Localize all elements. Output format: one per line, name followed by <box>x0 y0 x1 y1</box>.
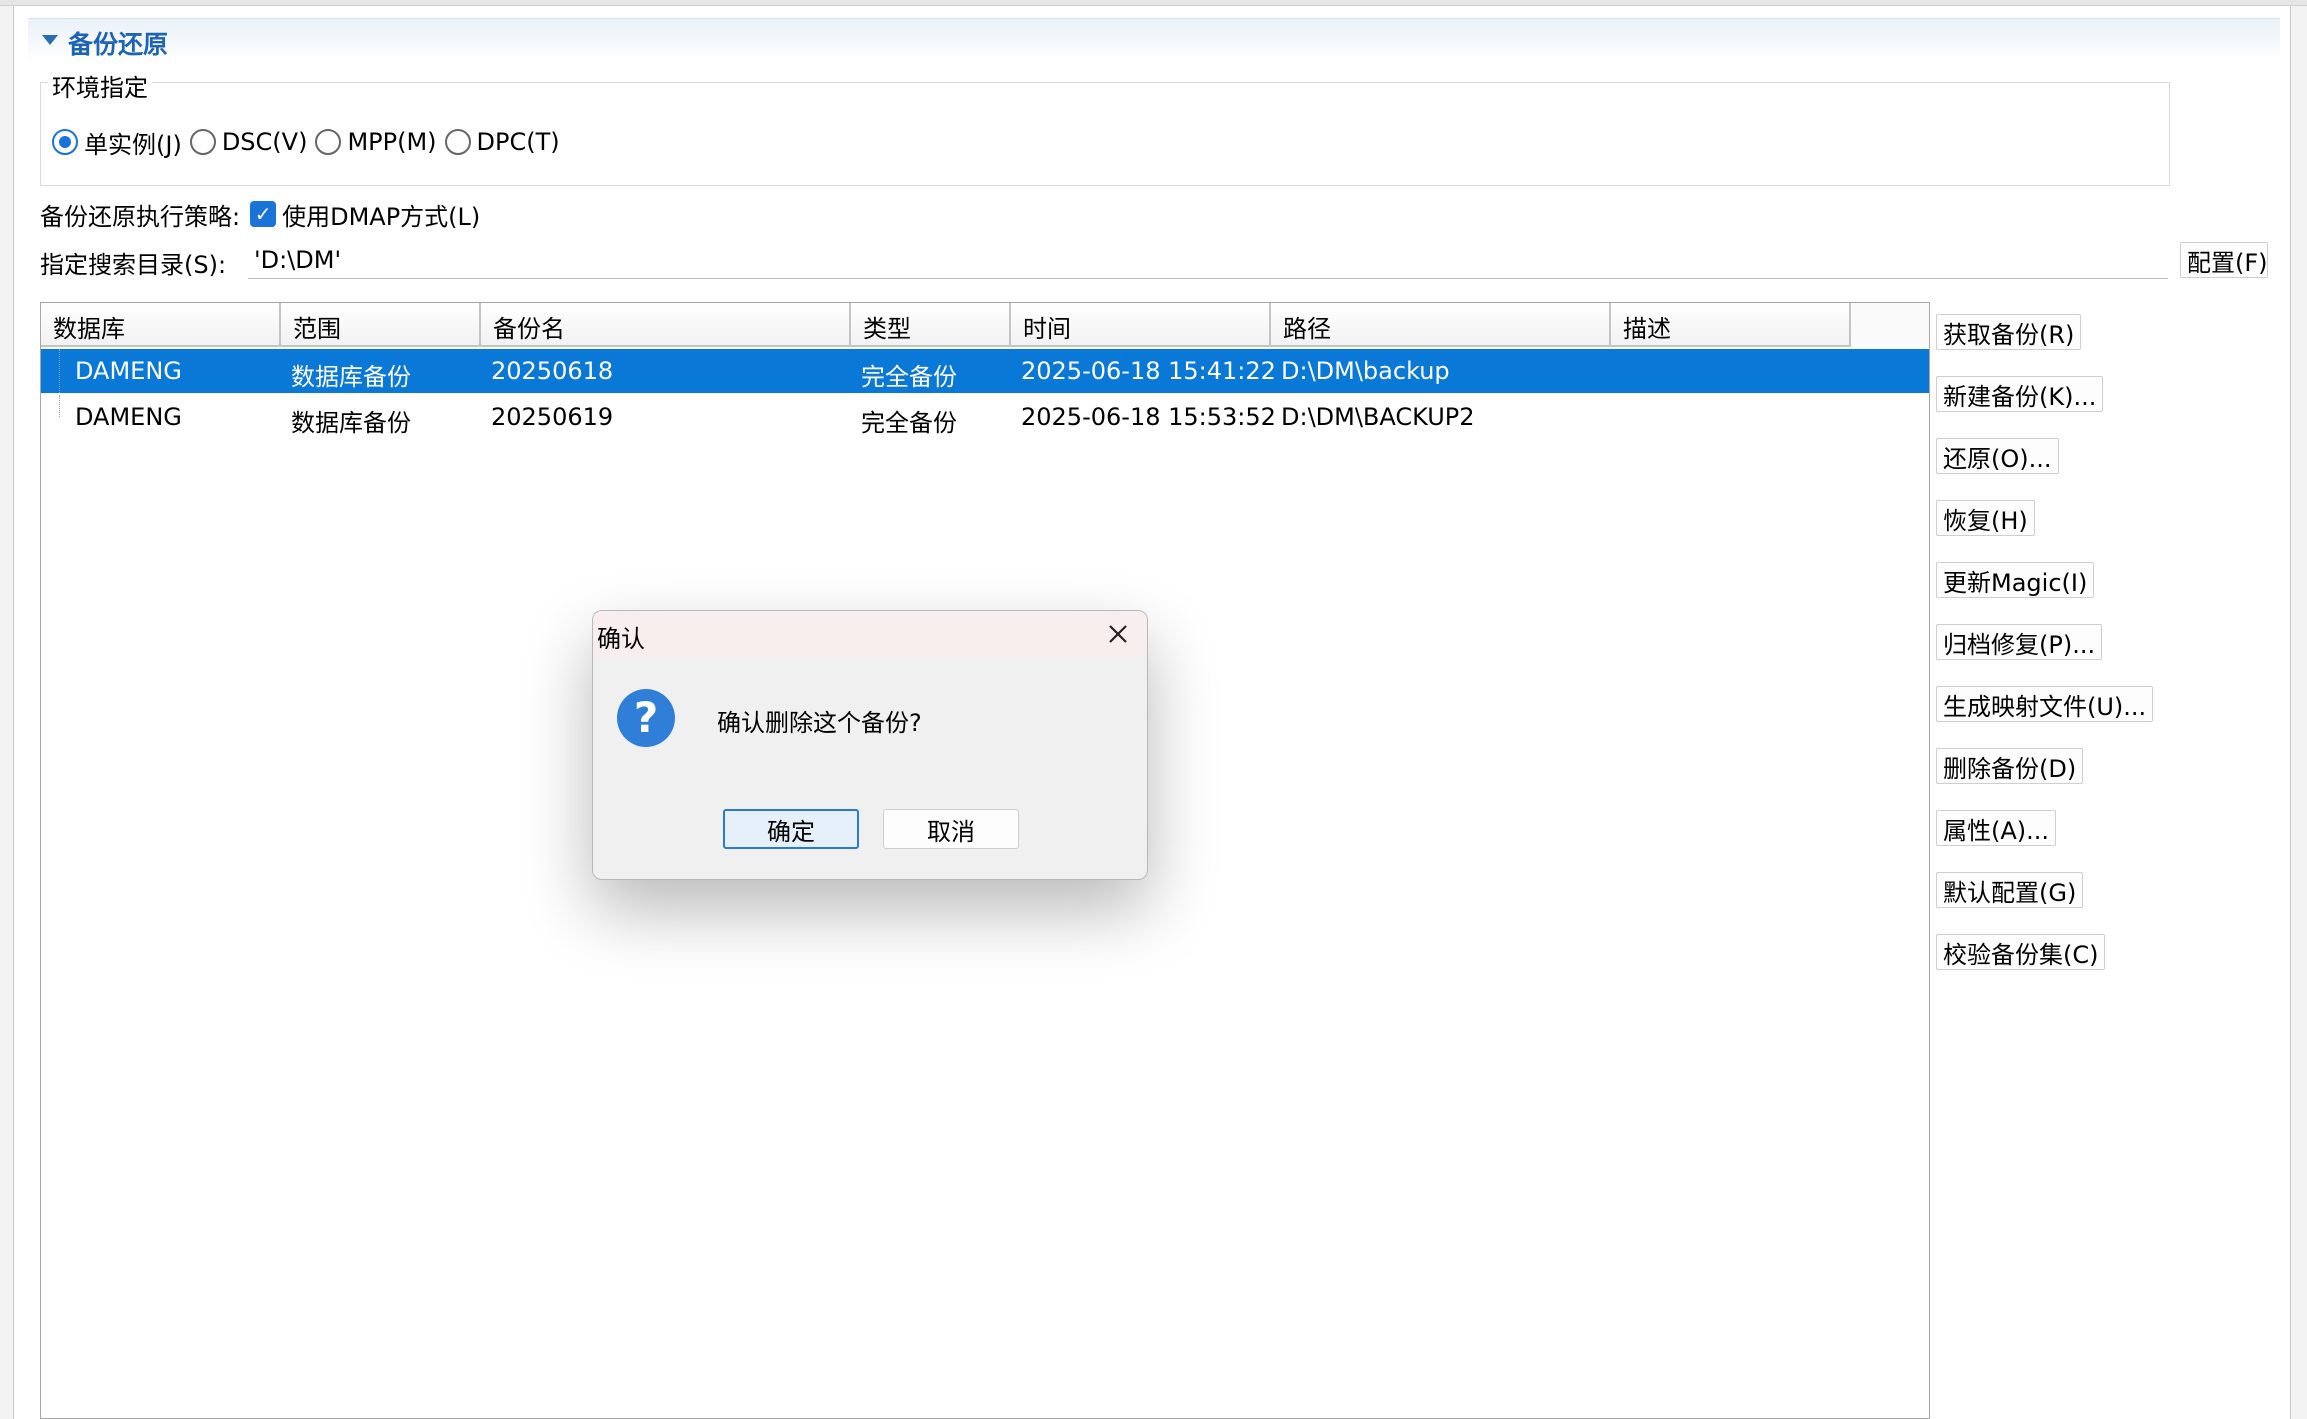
cell-name: 20250619 <box>491 403 614 431</box>
fetch-backup-button[interactable]: 获取备份(R) <box>1936 314 2082 350</box>
column-header-scope[interactable]: 范围 <box>281 303 481 347</box>
column-header-type[interactable]: 类型 <box>851 303 1011 347</box>
new-backup-button[interactable]: 新建备份(K)... <box>1936 376 2104 412</box>
radio-mpp[interactable]: MPP(M) <box>315 128 437 156</box>
radio-dpc[interactable]: DPC(T) <box>444 128 560 156</box>
ok-button[interactable]: 确定 <box>723 809 859 849</box>
radio-unselected-icon[interactable] <box>315 129 342 155</box>
collapse-triangle-icon[interactable] <box>42 35 58 45</box>
close-icon[interactable] <box>1101 617 1135 651</box>
section-header[interactable]: 备份还原 <box>28 18 2280 62</box>
search-dir-label: 指定搜索目录(S): <box>40 251 227 279</box>
table-row[interactable]: DAMENG 数据库备份 20250619 完全备份 2025-06-18 15… <box>41 395 1929 439</box>
column-header-name[interactable]: 备份名 <box>481 303 851 347</box>
environment-radio-group: 单实例(J) DSC(V) MPP(M) DPC(T) <box>52 125 568 160</box>
right-scrollbar[interactable] <box>2290 6 2307 1419</box>
column-header-path[interactable]: 路径 <box>1271 303 1611 347</box>
restore-button[interactable]: 还原(O)... <box>1936 438 2059 474</box>
cell-scope: 数据库备份 <box>291 409 411 437</box>
tree-guide-line <box>59 349 60 393</box>
radio-label: 单实例(J) <box>84 130 182 159</box>
radio-label: DSC(V) <box>221 128 308 156</box>
verify-backupset-button[interactable]: 校验备份集(C) <box>1936 934 2106 970</box>
environment-legend: 环境指定 <box>48 68 152 103</box>
dmap-checkbox-label[interactable]: 使用DMAP方式(L) <box>282 197 480 232</box>
cell-type: 完全备份 <box>861 363 957 391</box>
cell-database: DAMENG <box>75 357 182 385</box>
dialog-title: 确认 <box>597 625 645 653</box>
strategy-row: 备份还原执行策略: ✓ 使用DMAP方式(L) <box>40 197 480 232</box>
cancel-button[interactable]: 取消 <box>883 809 1019 849</box>
recover-button[interactable]: 恢复(H) <box>1936 500 2035 536</box>
cell-time: 2025-06-18 15:41:22 <box>1021 357 1276 385</box>
confirm-dialog: 确认 ? 确认删除这个备份? 确定 取消 <box>592 610 1148 880</box>
dialog-titlebar[interactable]: 确认 <box>593 611 1147 657</box>
backup-restore-window: 备份还原 环境指定 单实例(J) DSC(V) MPP(M) DPC(T) 备份… <box>0 0 2307 1419</box>
config-button[interactable]: 配置(F) <box>2180 242 2268 278</box>
dmap-checkbox[interactable]: ✓ <box>250 201 277 227</box>
search-dir-input[interactable] <box>248 241 2168 279</box>
cell-name: 20250618 <box>491 357 614 385</box>
radio-label: MPP(M) <box>347 128 437 156</box>
dialog-message: 确认删除这个备份? <box>717 709 922 737</box>
radio-unselected-icon[interactable] <box>444 129 471 155</box>
radio-selected-icon[interactable] <box>52 129 78 155</box>
delete-backup-button[interactable]: 删除备份(D) <box>1936 748 2084 784</box>
top-border <box>0 0 2307 6</box>
radio-label: DPC(T) <box>476 128 560 156</box>
radio-single-instance[interactable]: 单实例(J) <box>52 125 182 160</box>
column-header-desc[interactable]: 描述 <box>1611 303 1851 347</box>
question-icon: ? <box>617 689 675 747</box>
archive-repair-button[interactable]: 归档修复(P)... <box>1936 624 2103 660</box>
tree-guide-line <box>59 395 60 417</box>
table-header: 数据库 范围 备份名 类型 时间 路径 描述 <box>41 303 1929 347</box>
column-header-time[interactable]: 时间 <box>1011 303 1271 347</box>
cell-time: 2025-06-18 15:53:52 <box>1021 403 1276 431</box>
table-row[interactable]: DAMENG 数据库备份 20250618 完全备份 2025-06-18 15… <box>41 349 1929 393</box>
column-header-database[interactable]: 数据库 <box>41 303 281 347</box>
radio-unselected-icon[interactable] <box>189 129 216 155</box>
radio-dsc[interactable]: DSC(V) <box>189 128 308 156</box>
default-config-button[interactable]: 默认配置(G) <box>1936 872 2084 908</box>
properties-button[interactable]: 属性(A)... <box>1936 810 2057 846</box>
cell-type: 完全备份 <box>861 409 957 437</box>
cell-scope: 数据库备份 <box>291 363 411 391</box>
generate-mapfile-button[interactable]: 生成映射文件(U)... <box>1936 686 2154 722</box>
cell-database: DAMENG <box>75 403 182 431</box>
strategy-label: 备份还原执行策略: <box>40 202 241 231</box>
section-title: 备份还原 <box>68 30 169 59</box>
left-border <box>0 6 14 1419</box>
cell-path: D:\DM\backup <box>1281 357 1450 385</box>
update-magic-button[interactable]: 更新Magic(I) <box>1936 562 2095 598</box>
cell-path: D:\DM\BACKUP2 <box>1281 403 1475 431</box>
